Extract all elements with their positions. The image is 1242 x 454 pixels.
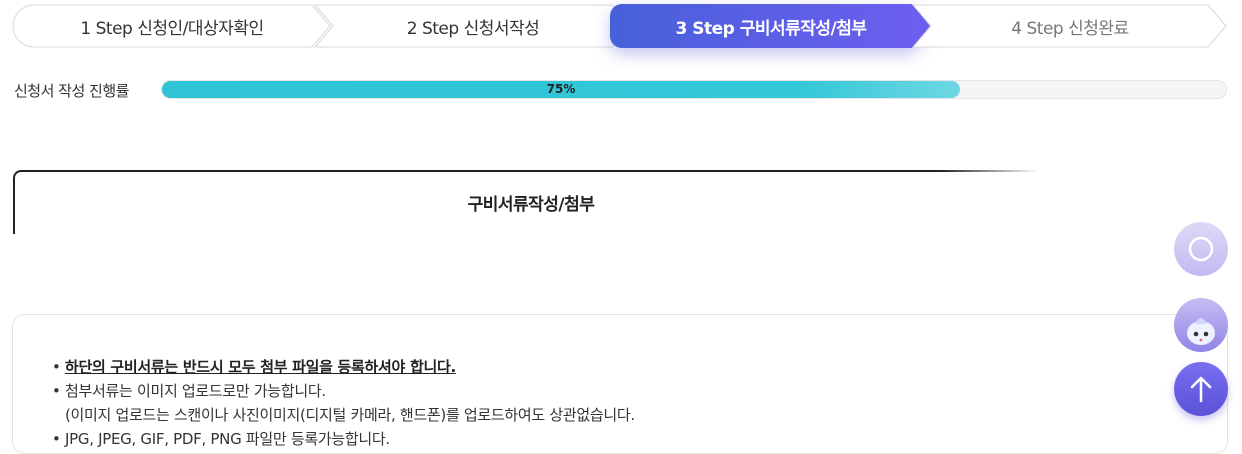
notice-item: • 첨부서류는 이미지 업로드로만 가능합니다. xyxy=(52,382,326,400)
step-4: 4 Step 신청완료 xyxy=(912,4,1228,48)
step-2-label: 2 Step 신청서작성 xyxy=(406,18,540,39)
step-1: 1 Step 신청인/대상자확인 xyxy=(12,4,332,48)
progress-label: 신청서 작성 진행률 xyxy=(14,82,129,100)
notice-list: • 하단의 구비서류는 반드시 모두 첨부 파일을 등록하셔야 합니다. • 첨… xyxy=(52,355,635,451)
notice-item: (이미지 업로드는 스캔이나 사진이미지(디지털 카메라, 핸드폰)를 업로드하… xyxy=(52,403,635,427)
progress-bar: 75% xyxy=(161,80,1227,99)
step-2: 2 Step 신청서작성 xyxy=(314,4,632,48)
progress-percent: 75% xyxy=(546,82,576,96)
step-3-label: 3 Step 구비서류작성/첨부 xyxy=(675,18,867,39)
chatbot-icon xyxy=(1187,318,1215,345)
chatbot-button[interactable] xyxy=(1174,298,1228,352)
scroll-top-button[interactable] xyxy=(1174,362,1228,416)
notice-text: 첨부서류는 이미지 업로드로만 가능합니다. xyxy=(65,382,326,400)
required-notice-text: 하단의 구비서류는 반드시 모두 첨부 파일을 등록하셔야 합니다. xyxy=(65,358,456,376)
notice-text: JPG, JPEG, GIF, PDF, PNG 파일만 등록가능합니다. xyxy=(65,430,390,448)
step-navigation: 1 Step 신청인/대상자확인 2 Step 신청서작성 3 Step 구비서… xyxy=(12,4,1228,50)
step-1-label: 1 Step 신청인/대상자확인 xyxy=(80,18,264,39)
notice-item: • JPG, JPEG, GIF, PDF, PNG 파일만 등록가능합니다. xyxy=(52,430,390,448)
notice-item: • 하단의 구비서류는 반드시 모두 첨부 파일을 등록하셔야 합니다. xyxy=(52,358,456,376)
step-4-label: 4 Step 신청완료 xyxy=(1011,18,1129,39)
notice-text: (이미지 업로드는 스캔이나 사진이미지(디지털 카메라, 핸드폰)를 업로드하… xyxy=(65,406,635,424)
arrow-up-icon xyxy=(1190,376,1212,403)
help-icon xyxy=(1188,236,1214,262)
help-button[interactable] xyxy=(1174,222,1228,276)
step-3-active: 3 Step 구비서류작성/첨부 xyxy=(610,4,932,48)
section-title: 구비서류작성/첨부 xyxy=(467,195,595,215)
